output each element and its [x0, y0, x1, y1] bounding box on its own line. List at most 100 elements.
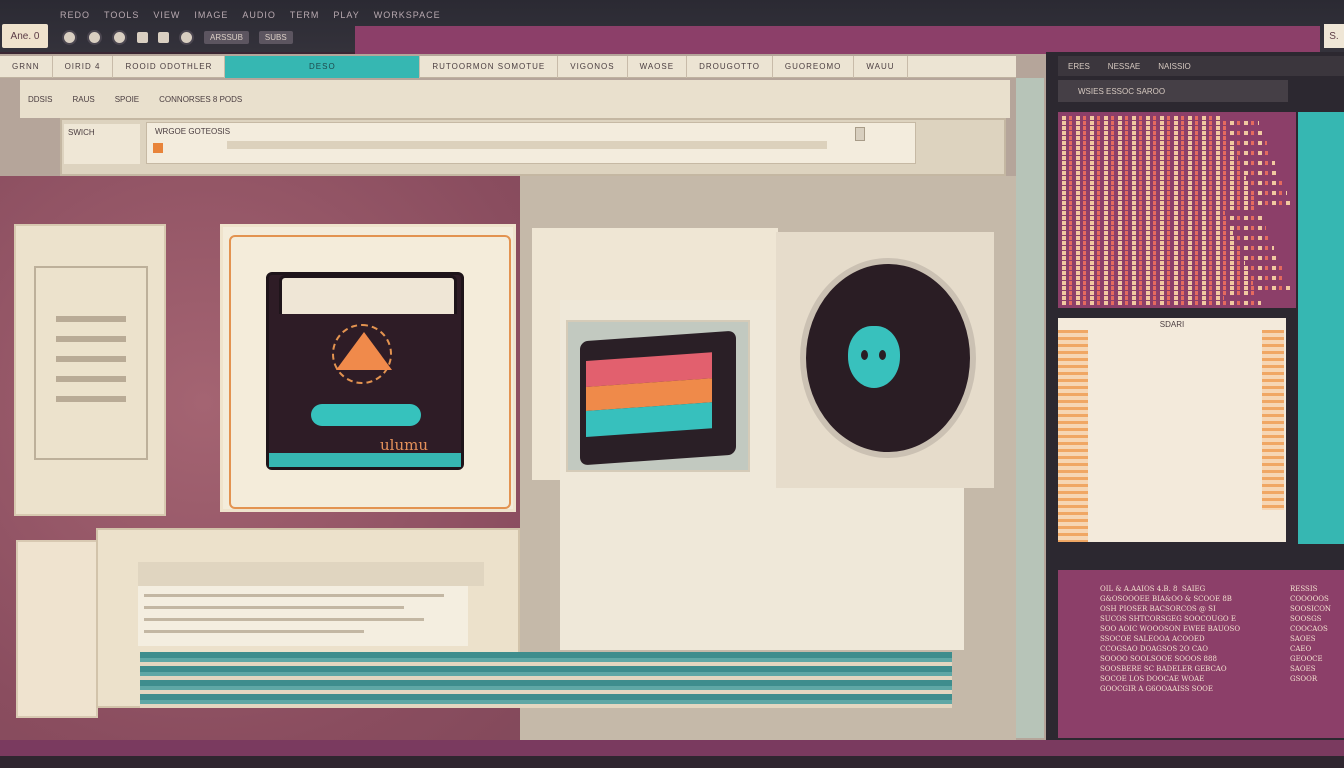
- device-row: [56, 316, 126, 322]
- right-title-2[interactable]: NESSAE: [1108, 62, 1140, 71]
- url-progress-line: [227, 141, 827, 149]
- tab[interactable]: OIRID 4: [53, 55, 114, 78]
- tab[interactable]: ROOID ODOTHLER: [113, 55, 226, 78]
- stop-icon[interactable]: [87, 29, 102, 45]
- corner-button[interactable]: S.: [1324, 24, 1344, 48]
- ghost-eye: [861, 350, 868, 360]
- status-bar-accent: [0, 740, 1344, 756]
- doc-sidebar-right: [1262, 330, 1284, 510]
- code-line: [1062, 261, 1245, 265]
- logo-text: ulumu: [380, 436, 429, 454]
- logo-window-handle: [279, 275, 457, 314]
- breadcrumb-item[interactable]: SPOIE: [115, 95, 139, 104]
- app-name-button[interactable]: Ane. 0: [2, 24, 48, 48]
- info-text-side: RESSIS COOOOOS SOOSICON SOOSGS COOCAOS S…: [1290, 585, 1332, 683]
- code-line: [1062, 251, 1241, 255]
- code-line: [1062, 186, 1250, 190]
- tab[interactable]: WAOSE: [628, 55, 688, 78]
- breadcrumb-item[interactable]: DDSIS: [28, 95, 52, 104]
- code-line: [1062, 146, 1234, 150]
- top-menu-item[interactable]: AUDIO: [242, 10, 276, 20]
- top-menu-item[interactable]: IMAGE: [194, 10, 228, 20]
- breadcrumb: DDSIS RAUS SPOIE CONNORSES 8 PODS: [20, 80, 1010, 118]
- url-bar[interactable]: WRGOE GOTEOSIS: [146, 122, 916, 164]
- tab-bar: GRNN OIRID 4 ROOID ODOTHLER DESO RUTOORMON S…: [0, 55, 1016, 78]
- code-line: [1062, 141, 1267, 145]
- code-line: [1062, 171, 1279, 175]
- tab[interactable]: DROUGOTTO: [687, 55, 773, 78]
- document-icon[interactable]: [158, 31, 169, 43]
- logo-window-glow: [269, 453, 461, 467]
- pause-icon[interactable]: [112, 29, 127, 45]
- text-line: [144, 594, 444, 597]
- right-window-title: ERES NESSAE NAISSIO: [1058, 56, 1344, 76]
- code-line: [1062, 151, 1271, 155]
- right-title-3[interactable]: NAISSIO: [1158, 62, 1190, 71]
- code-line: [1062, 206, 1258, 210]
- top-menu-item[interactable]: TERM: [290, 10, 320, 20]
- record-icon[interactable]: [62, 29, 77, 45]
- code-line: [1062, 216, 1262, 220]
- code-line: [1062, 181, 1283, 185]
- document-window-body: [138, 586, 468, 646]
- doc-title: SDARI: [1159, 320, 1185, 329]
- code-line: [1062, 191, 1287, 195]
- top-menu-strip: REDO TOOLS VIEW IMAGE AUDIO TERM PLAY WORKSPACE: [0, 6, 1344, 24]
- code-panel[interactable]: [1058, 112, 1296, 308]
- breadcrumb-item[interactable]: CONNORSES 8 PODS: [159, 95, 242, 104]
- camera-icon[interactable]: [580, 330, 736, 466]
- ghost-icon: [848, 326, 900, 388]
- code-line: [1062, 286, 1290, 290]
- code-line: [1062, 161, 1275, 165]
- doc-window[interactable]: SDARI: [1058, 318, 1286, 542]
- url-text: WRGOE GOTEOSIS: [155, 127, 231, 136]
- tab[interactable]: GUOREOMO: [773, 55, 855, 78]
- device-row: [56, 336, 126, 342]
- edit-icon[interactable]: [137, 31, 148, 43]
- doc-sidebar: [1058, 330, 1088, 542]
- code-line: [1062, 211, 1225, 215]
- url-scroll-handle[interactable]: [855, 127, 865, 141]
- toolbar: ARSSUB SUBS: [50, 26, 360, 48]
- right-title-1[interactable]: ERES: [1068, 62, 1090, 71]
- top-menu-item[interactable]: TOOLS: [104, 10, 139, 20]
- device-row: [56, 376, 126, 382]
- top-menu-item[interactable]: PLAY: [333, 10, 359, 20]
- code-line: [1062, 241, 1237, 245]
- device-row: [56, 396, 126, 402]
- tab[interactable]: WAUU: [854, 55, 908, 78]
- top-menu-item[interactable]: WORKSPACE: [374, 10, 441, 20]
- toolbar-button-2[interactable]: SUBS: [258, 30, 293, 44]
- code-line: [1062, 231, 1233, 235]
- code-line: [1062, 276, 1286, 280]
- code-line: [1062, 166, 1242, 170]
- side-list[interactable]: [1298, 112, 1344, 544]
- tab[interactable]: RUTOORMON SOMOTUE: [420, 55, 559, 78]
- code-line: [1062, 266, 1282, 270]
- tab[interactable]: GRNN: [0, 55, 53, 78]
- document-window-header: [138, 562, 484, 586]
- timeline-bars[interactable]: [140, 652, 952, 708]
- vertical-scrollbar[interactable]: [1016, 78, 1044, 738]
- code-line: [1062, 271, 1249, 275]
- small-window[interactable]: [16, 540, 98, 718]
- code-line: [1062, 131, 1263, 135]
- device-diagram: [34, 266, 148, 460]
- breadcrumb-item[interactable]: RAUS: [72, 95, 94, 104]
- launch-pill-button[interactable]: [311, 404, 421, 426]
- tab[interactable]: VIGONOS: [558, 55, 628, 78]
- top-menu-item[interactable]: REDO: [60, 10, 90, 20]
- info-text: OIL & A.AAIOS 4.B. 8 SAIEG G&OSOOOEE BIA…: [1100, 585, 1241, 693]
- tab[interactable]: DESO: [225, 55, 421, 78]
- toolbar-button-1[interactable]: ARSSUB: [204, 30, 249, 44]
- settings-icon[interactable]: [179, 29, 194, 45]
- right-window-subtitle: WSIES ESSOC SAROO: [1058, 80, 1288, 102]
- code-line: [1062, 236, 1270, 240]
- text-line: [144, 606, 404, 609]
- code-line: [1062, 256, 1278, 260]
- ghost-eye: [879, 350, 886, 360]
- code-line: [1062, 226, 1266, 230]
- panel-label: SWICH: [64, 124, 140, 164]
- top-menu-item[interactable]: VIEW: [153, 10, 180, 20]
- device-card[interactable]: [14, 224, 166, 516]
